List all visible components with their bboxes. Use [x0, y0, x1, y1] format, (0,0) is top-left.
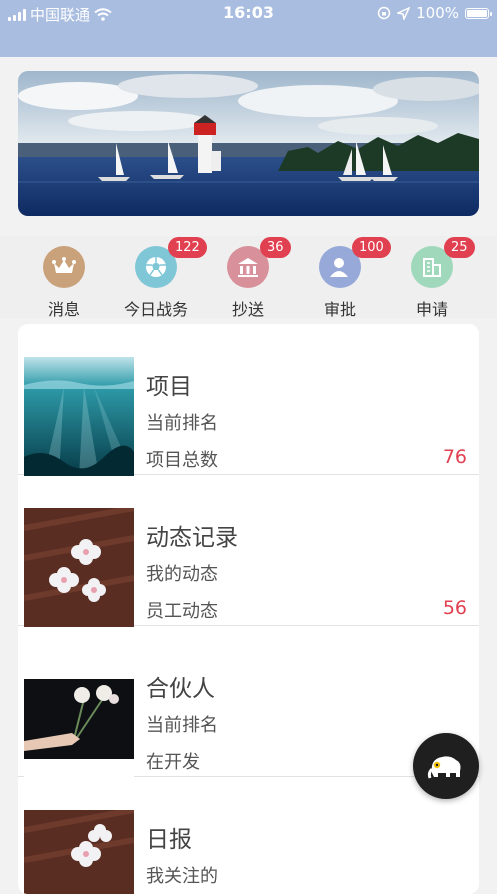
floating-action-button[interactable]: [413, 733, 479, 799]
location-icon: [397, 6, 411, 20]
item-subtitle: 我的动态: [146, 564, 218, 585]
rotation-lock-icon: [377, 6, 391, 20]
action-cc[interactable]: 36 抄送: [202, 237, 294, 320]
item-subtitle: 当前排名: [146, 413, 218, 434]
badge-today-tasks: 122: [168, 237, 207, 258]
battery-percent: 100%: [416, 4, 459, 22]
thumbnail-flowers: [24, 810, 134, 894]
action-label: 抄送: [231, 300, 264, 319]
list-item-daily-report[interactable]: 日报 我关注的: [18, 777, 479, 894]
action-today-tasks[interactable]: 122 今日战务: [110, 237, 207, 320]
status-right: 100%: [377, 4, 492, 22]
thumbnail-flowers: [24, 508, 134, 627]
crown-icon: [43, 246, 85, 288]
item-count: 76: [442, 446, 467, 468]
item-detail: 员工动态: [146, 601, 218, 622]
item-title: 项目: [146, 374, 192, 400]
item-subtitle: 当前排名: [146, 715, 218, 736]
action-label: 今日战务: [123, 300, 188, 319]
item-detail: 在开发: [146, 752, 200, 773]
action-label: 消息: [47, 300, 80, 319]
status-bar: 中国联通 16:03 100%: [0, 0, 497, 57]
item-subtitle: 我关注的: [146, 866, 218, 887]
thumbnail-underwater: [24, 357, 134, 476]
item-title: 日报: [146, 827, 192, 853]
action-label: 审批: [323, 300, 356, 319]
item-title: 动态记录: [146, 525, 238, 551]
action-messages[interactable]: 消息: [18, 246, 110, 320]
item-detail: 项目总数: [146, 450, 218, 471]
list-item-partners[interactable]: 合伙人 当前排名 在开发: [18, 626, 479, 778]
battery-icon: [465, 7, 492, 19]
thumbnail-hand-flower: [24, 659, 134, 778]
list-item-projects[interactable]: 项目 当前排名 项目总数 76: [18, 324, 479, 476]
item-title: 合伙人: [146, 676, 215, 702]
banner-image[interactable]: [18, 71, 479, 216]
badge-approval: 100: [352, 237, 391, 258]
badge-apply: 25: [444, 237, 475, 258]
item-count: 56: [442, 597, 467, 619]
badge-cc: 36: [260, 237, 291, 258]
action-approval[interactable]: 100 审批: [294, 237, 391, 320]
quick-actions-bar: 消息 122 今日战务 36 抄送 100 审批 25 申请: [0, 236, 497, 320]
lighthouse-scene: [18, 71, 479, 216]
action-apply[interactable]: 25 申请: [386, 237, 478, 320]
elephant-icon: [427, 756, 461, 779]
action-label: 申请: [415, 300, 448, 319]
module-list: 项目 当前排名 项目总数 76 动态记录 我的动态 员工动态 56 合伙人 当前…: [18, 324, 479, 894]
list-item-activity[interactable]: 动态记录 我的动态 员工动态 56: [18, 475, 479, 627]
